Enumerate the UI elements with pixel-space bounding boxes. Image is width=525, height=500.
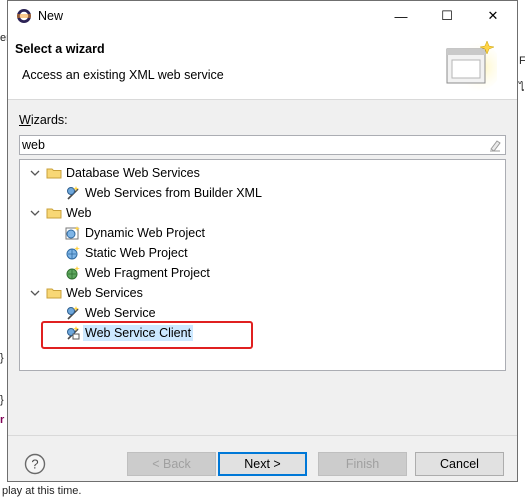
wizards-label-mnemonic: W (19, 113, 31, 127)
tree-item-label: Web Service (85, 306, 156, 320)
next-button[interactable]: Next > (218, 452, 307, 476)
minimize-button[interactable]: — (378, 1, 424, 31)
tree-item-web-service[interactable]: Web Service (65, 303, 156, 323)
page-title: Select a wizard (15, 42, 105, 56)
background-text: ไ (519, 82, 525, 94)
tree-item-label: Web Fragment Project (85, 266, 210, 280)
chevron-down-icon[interactable] (28, 206, 42, 220)
web-fragment-icon (65, 265, 81, 281)
annotation-highlight-box (41, 321, 253, 349)
web-service-wizard-icon (65, 185, 81, 201)
tree-folder-web[interactable]: Web (28, 203, 91, 223)
wizard-filter-input[interactable] (22, 137, 482, 153)
wizard-banner: Select a wizard Access an existing XML w… (8, 31, 517, 100)
background-text: } (0, 394, 4, 406)
web-project-icon (65, 225, 81, 241)
finish-button[interactable]: Finish (318, 452, 407, 476)
tree-item-label: Web Services from Builder XML (85, 186, 262, 200)
cancel-button[interactable]: Cancel (415, 452, 504, 476)
button-bar-separator (8, 435, 517, 436)
title-bar[interactable]: New — ☐ ✕ (8, 1, 517, 31)
background-text: r (0, 414, 5, 426)
back-button[interactable]: < Back (127, 452, 216, 476)
folder-icon (46, 165, 62, 181)
chevron-down-icon[interactable] (28, 286, 42, 300)
new-wizard-dialog: New — ☐ ✕ Select a wizard Access an exis… (7, 0, 518, 482)
folder-icon (46, 205, 62, 221)
help-icon[interactable]: ? (24, 453, 46, 475)
web-project-icon (65, 245, 81, 261)
folder-icon (46, 285, 62, 301)
tree-folder-database-web-services[interactable]: Database Web Services (28, 163, 200, 183)
tree-item-label: Dynamic Web Project (85, 226, 205, 240)
background-status-text: play at this time. (2, 485, 82, 497)
svg-text:?: ? (31, 457, 38, 472)
tree-item-label: Web Services (66, 286, 143, 300)
chevron-down-icon[interactable] (28, 166, 42, 180)
close-button[interactable]: ✕ (470, 1, 516, 31)
wizard-filter-field[interactable] (19, 135, 506, 155)
tree-item-static-web-project[interactable]: Static Web Project (65, 243, 188, 263)
background-status: play at this time. (0, 483, 525, 500)
clear-filter-icon[interactable] (488, 138, 502, 152)
background-editor-right (517, 0, 525, 500)
background-text: F (519, 55, 525, 67)
eclipse-icon (17, 9, 31, 23)
tree-item-web-fragment-project[interactable]: Web Fragment Project (65, 263, 210, 283)
tree-item-dynamic-web-project[interactable]: Dynamic Web Project (65, 223, 205, 243)
tree-item-label: Static Web Project (85, 246, 188, 260)
wizard-banner-icon (446, 40, 497, 91)
wizards-label: Wizards: (19, 113, 68, 127)
tree-folder-web-services[interactable]: Web Services (28, 283, 143, 303)
web-service-wizard-icon (65, 305, 81, 321)
tree-item-label: Database Web Services (66, 166, 200, 180)
background-text: } (0, 352, 4, 364)
wizards-label-text: izards: (30, 113, 68, 127)
page-description: Access an existing XML web service (22, 68, 224, 82)
tree-item-web-services-from-builder-xml[interactable]: Web Services from Builder XML (65, 183, 262, 203)
tree-item-label: Web (66, 206, 92, 220)
maximize-button[interactable]: ☐ (424, 1, 470, 31)
window-title: New (38, 9, 64, 23)
